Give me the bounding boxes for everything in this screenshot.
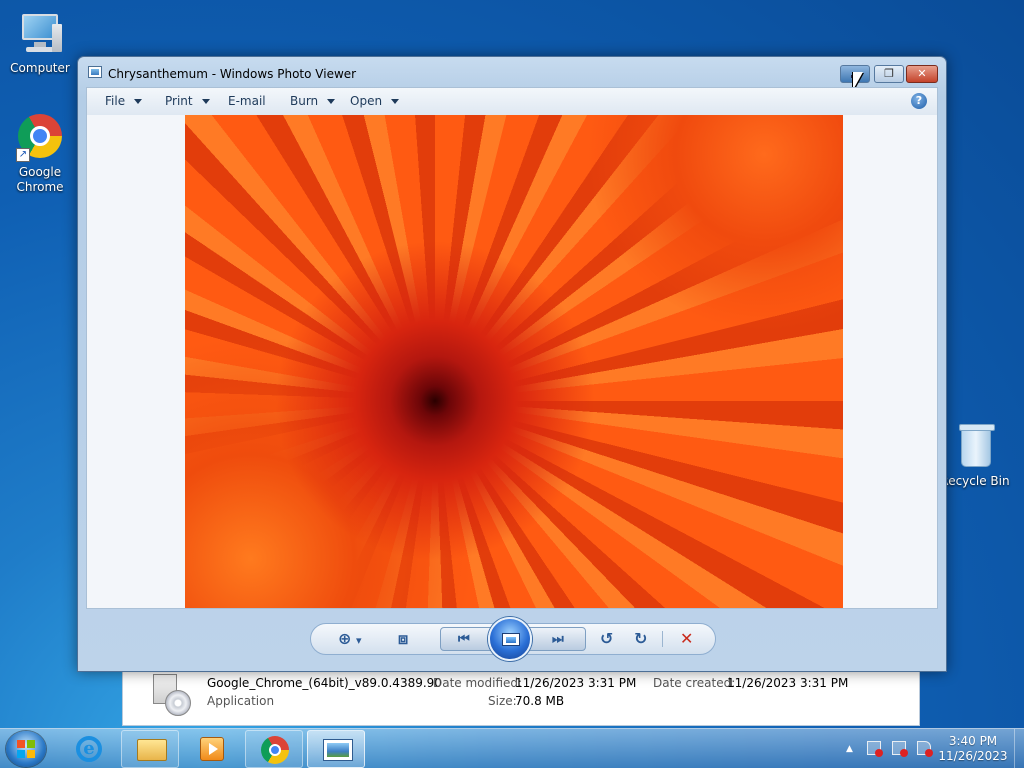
computer-icon (16, 10, 64, 58)
menu-print[interactable]: Print (165, 94, 210, 108)
system-clock[interactable]: 3:40 PM 11/26/2023 (938, 734, 1008, 764)
help-icon[interactable]: ? (911, 93, 927, 109)
window-title: Chrysanthemum - Windows Photo Viewer (108, 67, 357, 81)
chrysanthemum-photo (185, 115, 843, 608)
date-created-label: Date created: (653, 676, 736, 690)
menu-open[interactable]: Open (350, 94, 400, 108)
maximize-button[interactable]: ❐ (874, 65, 904, 83)
zoom-dropdown-icon[interactable]: ▾ (356, 633, 362, 649)
desktop-icon-recycle-bin[interactable]: Recycle Bin (935, 423, 1015, 489)
shortcut-arrow-icon: ↗ (16, 148, 30, 162)
menu-label: E-mail (228, 94, 266, 108)
date-modified-value: 11/26/2023 3:31 PM (515, 676, 637, 690)
size-label: Size: (488, 694, 517, 708)
photo-viewer-icon (323, 739, 353, 761)
close-icon: ✕ (917, 67, 927, 80)
slide-show-button[interactable] (488, 617, 532, 661)
menu-label: Print (165, 94, 193, 108)
desktop-icon-label: Recycle Bin (940, 474, 1010, 488)
desktop-icon-label: Computer (10, 61, 70, 75)
menu-burn[interactable]: Burn (290, 94, 336, 108)
rotate-clockwise-icon[interactable]: ↻ (634, 631, 647, 647)
taskbar-item-media-player[interactable] (182, 730, 240, 768)
delete-icon[interactable]: ✕ (680, 631, 693, 647)
photo-viewer-window: Chrysanthemum - Windows Photo Viewer ❐ ✕… (77, 56, 947, 672)
taskbar-item-photo-viewer[interactable] (307, 730, 365, 768)
start-button[interactable] (6, 731, 46, 767)
windows-logo-icon (17, 740, 35, 758)
dropdown-arrow-icon (134, 99, 143, 104)
chrome-icon (261, 736, 289, 764)
speaker-muted-icon[interactable] (917, 741, 933, 757)
size-value: 70.8 MB (515, 694, 565, 708)
dropdown-arrow-icon (201, 99, 210, 104)
maximize-icon: ❐ (884, 67, 894, 80)
menu-email[interactable]: E-mail (228, 94, 266, 108)
menu-label: Open (350, 94, 383, 108)
photo-viewer-icon (88, 66, 102, 78)
taskbar-item-google-chrome[interactable] (245, 730, 303, 768)
installer-icon (149, 672, 193, 716)
date-created-value: 11/26/2023 3:31 PM (727, 676, 849, 690)
media-player-icon (200, 737, 224, 761)
title-bar[interactable]: Chrysanthemum - Windows Photo Viewer ❐ ✕ (78, 57, 946, 90)
dropdown-arrow-icon (327, 99, 336, 104)
file-name: Google_Chrome_(64bit)_v89.0.4389.90 (207, 676, 442, 690)
show-desktop-button[interactable] (1014, 729, 1024, 768)
desktop-icon-computer[interactable]: Computer (0, 10, 80, 76)
taskbar-item-file-explorer[interactable] (121, 730, 179, 768)
action-center-icon[interactable] (867, 741, 883, 757)
previous-icon[interactable]: ⏮ (458, 632, 470, 648)
desktop-icon-google-chrome[interactable]: ↗ Google Chrome (0, 112, 80, 195)
file-type: Application (207, 694, 275, 708)
toolbar-separator (662, 631, 663, 647)
network-icon[interactable] (892, 741, 908, 757)
slide-show-icon (502, 633, 520, 646)
menu-label: File (105, 94, 126, 108)
close-button[interactable]: ✕ (906, 65, 938, 83)
taskbar: e ▲ 3:40 PM 11/26/2023 (0, 728, 1024, 768)
internet-explorer-icon: e (76, 736, 102, 762)
menu-label: Burn (290, 94, 319, 108)
taskbar-item-internet-explorer[interactable]: e (60, 730, 118, 768)
zoom-icon[interactable]: ⊕ (338, 631, 351, 647)
desktop-icon-label: Google Chrome (16, 165, 64, 194)
clock-time: 3:40 PM (948, 734, 998, 748)
folder-icon (137, 739, 167, 761)
chrome-icon: ↗ (16, 114, 64, 162)
viewer-toolbar: ⊕ ▾ ⧈ ⏮ ⏭ ↺ ↻ ✕ (86, 609, 938, 665)
image-canvas[interactable] (86, 115, 938, 609)
next-icon[interactable]: ⏭ (552, 632, 564, 648)
show-hidden-icons-icon[interactable]: ▲ (846, 744, 853, 754)
dropdown-arrow-icon (391, 99, 400, 104)
date-modified-label: Date modified: (433, 676, 523, 690)
rotate-counterclockwise-icon[interactable]: ↺ (600, 631, 613, 647)
menu-file[interactable]: File (105, 94, 143, 108)
clock-date: 11/26/2023 (938, 749, 1008, 763)
menu-bar: File Print E-mail Burn Open ? (86, 87, 938, 115)
recycle-bin-icon (951, 423, 999, 471)
actual-size-icon[interactable]: ⧈ (398, 631, 408, 647)
